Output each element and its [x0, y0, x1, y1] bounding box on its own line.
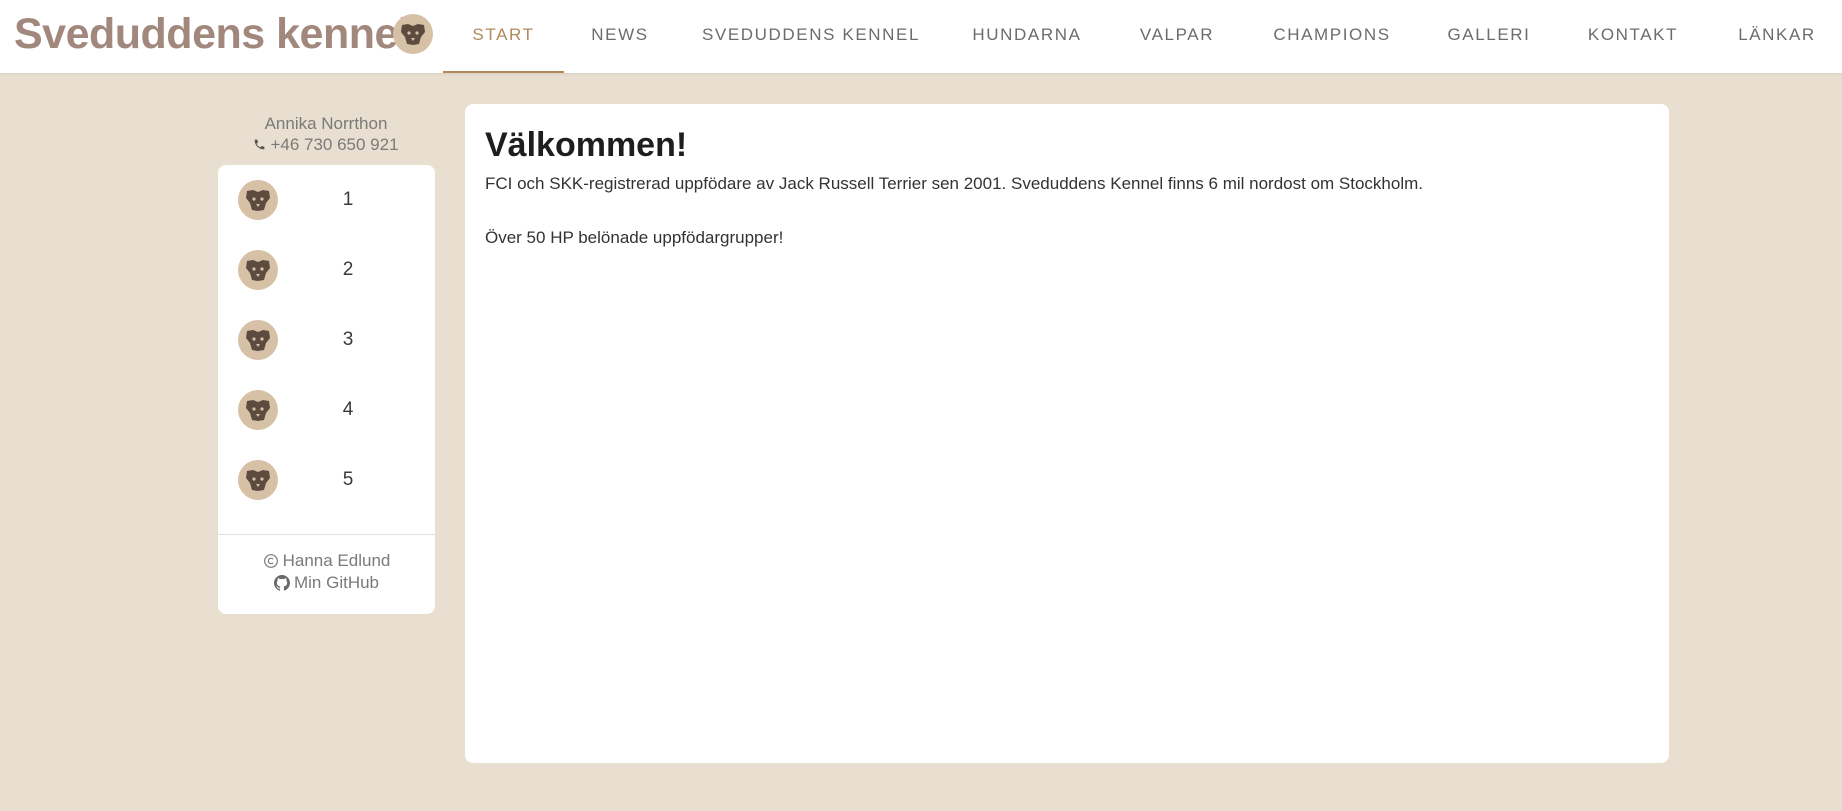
sidebar-footer: Hanna Edlund Min GitHub	[218, 550, 435, 594]
sidebar-item-label: 4	[342, 399, 354, 420]
welcome-heading: Välkommen!	[485, 126, 688, 164]
sidebar-divider	[218, 534, 435, 535]
dog-face-icon	[246, 260, 270, 281]
nav-valpar[interactable]: VALPAR	[1130, 0, 1224, 69]
copyright-row: Hanna Edlund	[218, 550, 435, 572]
dog-face-icon	[246, 470, 270, 491]
sidebar-item-label: 5	[342, 469, 354, 490]
top-navigation-bar: Sveduddens kennel START NEWS SVEDUDDENS …	[0, 0, 1842, 73]
contact-phone-row[interactable]: +46 730 650 921	[217, 134, 435, 155]
sidebar-item-5[interactable]: 5	[218, 445, 435, 515]
nav-start[interactable]: START	[443, 0, 564, 69]
nav-hundarna[interactable]: HUNDARNA	[963, 0, 1091, 69]
nav-news[interactable]: NEWS	[574, 0, 666, 69]
nav-champions[interactable]: CHAMPIONS	[1265, 0, 1399, 69]
logo-badge[interactable]	[393, 14, 433, 54]
main-content-card: Välkommen! FCI och SKK-registrerad uppfö…	[465, 104, 1669, 763]
sidebar-item-avatar	[238, 320, 278, 360]
github-link[interactable]: Min GitHub	[218, 572, 435, 594]
sidebar-item-3[interactable]: 3	[218, 305, 435, 375]
contact-phone: +46 730 650 921	[270, 135, 399, 154]
sidebar-item-1[interactable]: 1	[218, 165, 435, 235]
copyright-icon	[263, 554, 278, 568]
dog-face-icon	[246, 190, 270, 211]
sidebar-item-4[interactable]: 4	[218, 375, 435, 445]
intro-paragraph: FCI och SKK-registrerad uppfödare av Jac…	[485, 174, 1423, 193]
nav-kontakt[interactable]: KONTAKT	[1580, 0, 1686, 69]
sidebar-item-avatar	[238, 460, 278, 500]
sidebar-card: 1 2 3 4 5 Hanna Edlund Min GitHub	[218, 165, 435, 614]
sidebar-item-label: 1	[342, 189, 354, 210]
sidebar-item-avatar	[238, 180, 278, 220]
dog-face-icon	[246, 400, 270, 421]
github-icon	[273, 575, 290, 591]
copyright-name: Hanna Edlund	[282, 551, 391, 570]
sidebar-item-avatar	[238, 250, 278, 290]
phone-icon	[255, 139, 265, 150]
github-label: Min GitHub	[293, 573, 380, 592]
sidebar-item-label: 3	[342, 329, 354, 350]
nav-lankar[interactable]: LÄNKAR	[1728, 0, 1826, 69]
nav-galleri[interactable]: GALLERI	[1441, 0, 1537, 69]
sidebar-item-avatar	[238, 390, 278, 430]
achievement-paragraph: Över 50 HP belönade uppfödargrupper!	[485, 228, 784, 247]
active-tab-indicator	[443, 71, 564, 73]
contact-name: Annika Norrthon	[264, 114, 388, 133]
nav-sveduddens-kennel[interactable]: SVEDUDDENS KENNEL	[697, 0, 925, 69]
sidebar-item-2[interactable]: 2	[218, 235, 435, 305]
dog-face-icon	[246, 330, 270, 351]
contact-info: Annika Norrthon +46 730 650 921	[217, 113, 435, 155]
site-title[interactable]: Sveduddens kennel	[14, 0, 410, 69]
sidebar-item-label: 2	[342, 259, 354, 280]
dog-face-icon	[401, 24, 425, 45]
